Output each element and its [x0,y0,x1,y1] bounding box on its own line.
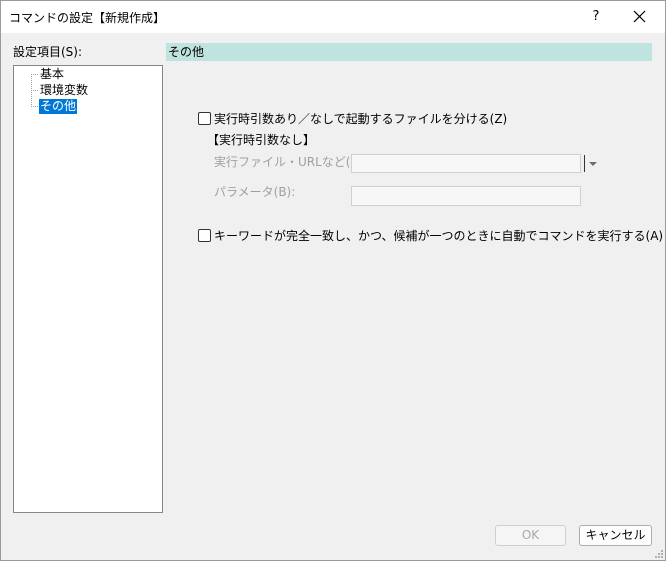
split-files-checkbox[interactable] [198,112,211,125]
tree-item-env-vars[interactable]: 環境変数 [39,83,89,98]
close-icon [633,10,646,23]
auto-exec-option[interactable]: キーワードが完全一致し、かつ、候補が一つのときに自動でコマンドを実行する(A) [198,227,663,244]
tree-item-other[interactable]: その他 [39,99,78,114]
settings-tree[interactable]: 基本 環境変数 その他 [13,65,163,513]
no-args-heading: 【実行時引数なし】 [207,133,316,147]
help-button[interactable]: ? [583,5,609,29]
params-input[interactable] [351,186,581,206]
split-files-option[interactable]: 実行時引数あり／なしで起動するファイルを分ける(Z) [198,110,507,127]
split-files-label[interactable]: 実行時引数あり／なしで起動するファイルを分ける(Z) [214,110,507,127]
params-label: パラメータ(B): [214,185,296,199]
title-bar[interactable]: コマンドの設定【新規作成】 ? [1,1,665,33]
dropdown-button[interactable] [586,154,601,173]
window-title: コマンドの設定【新規作成】 [9,11,166,25]
exec-file-label: 実行ファイル・URLなど(Q): [214,155,369,169]
auto-exec-label[interactable]: キーワードが完全一致し、かつ、候補が一つのときに自動でコマンドを実行する(A) [214,227,663,244]
tree-item-basic[interactable]: 基本 [39,67,65,82]
combo-separator [584,155,585,172]
exec-file-combo[interactable] [351,154,601,173]
chevron-down-icon [589,162,597,166]
settings-items-label: 設定項目(S): [13,45,83,59]
auto-exec-checkbox[interactable] [198,229,211,242]
exec-file-input[interactable] [351,154,581,173]
ok-button[interactable]: OK [495,525,566,546]
section-header: その他 [166,43,652,61]
close-button[interactable] [625,5,655,29]
resize-grip-icon[interactable] [654,549,664,559]
cancel-button[interactable]: キャンセル [579,525,652,546]
dialog-window: コマンドの設定【新規作成】 ? 設定項目(S): 基本 環境変数 その他 その他… [0,0,666,561]
